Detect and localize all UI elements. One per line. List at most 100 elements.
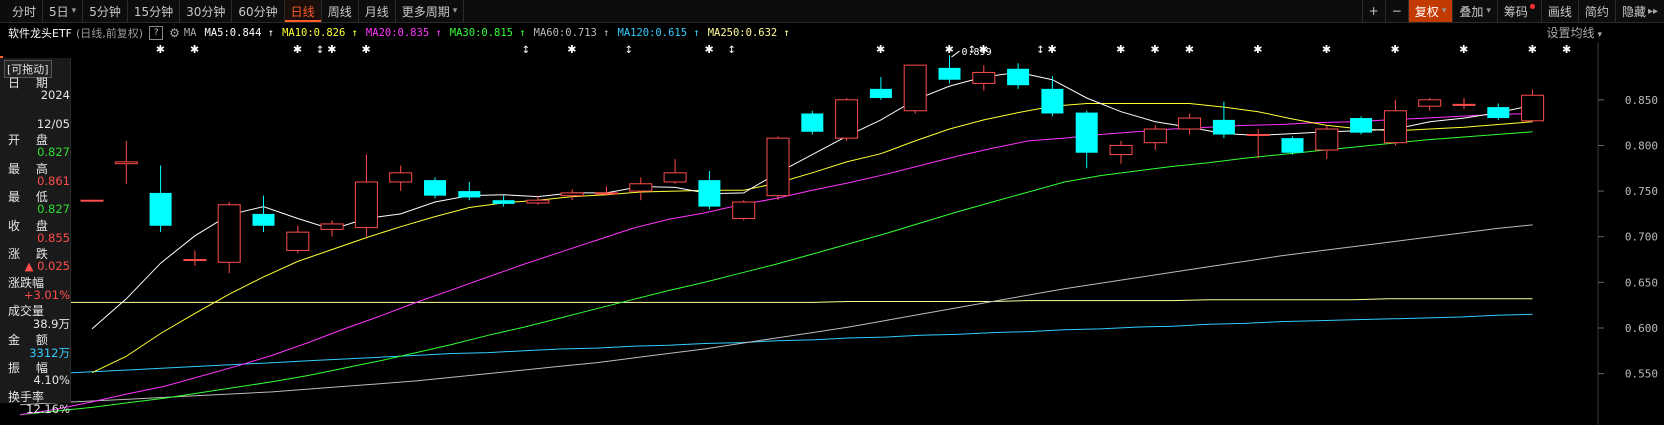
period-tab-label: 60分钟	[238, 4, 278, 19]
candle-body-up	[972, 71, 996, 84]
candle-body-up	[526, 199, 550, 204]
ma60-line	[19, 224, 1533, 406]
candle-body-up	[1246, 133, 1270, 136]
candle-body-down	[1350, 118, 1373, 133]
candle-body-down	[1007, 68, 1030, 86]
set-ma-button[interactable]: 设置均线 ▾	[1546, 24, 1602, 41]
candle-body-down	[458, 191, 481, 198]
event-arrow-icon: ↕	[1036, 45, 1044, 56]
fuquan-label: 复权	[1414, 4, 1439, 19]
info-row-10: 振 幅 4.10%	[8, 359, 70, 387]
zoom-out-button[interactable]: −	[1384, 0, 1408, 22]
event-star-icon: ✱	[1253, 43, 1262, 56]
candle-body-up	[732, 201, 756, 219]
simple-mode-button[interactable]: 简约	[1577, 0, 1615, 22]
period-tab-6[interactable]: 日线	[284, 0, 322, 22]
event-star-icon: ✱	[1390, 43, 1399, 56]
candle-body-down	[801, 113, 824, 132]
candle-body-down	[1041, 88, 1064, 114]
info-row-3: 最 高 0.861	[8, 160, 70, 188]
candle-body-down	[1075, 112, 1098, 153]
ma-value-3: MA30:0.815 ↑	[449, 26, 526, 39]
candle-body-up	[766, 137, 790, 197]
double-arrow-right-icon: ▸▸	[1647, 5, 1658, 17]
info-row-8: 成交量 38.9万	[8, 302, 70, 331]
info-value: 0.827	[37, 145, 70, 159]
period-tab-5[interactable]: 60分钟	[232, 0, 285, 22]
event-star-icon: ✱	[293, 43, 302, 56]
overlay-button[interactable]: 叠加 ▾	[1452, 0, 1497, 22]
period-tab-3[interactable]: 15分钟	[128, 0, 181, 22]
candle-body-down	[1212, 119, 1235, 135]
y-tick-label: 0.700	[1625, 231, 1658, 244]
event-star-icon: ✱	[567, 43, 576, 56]
event-star-icon: ✱	[1562, 43, 1571, 56]
event-star-icon: ✱	[1150, 43, 1159, 56]
candle-body-up	[354, 181, 378, 229]
overlay-label: 叠加	[1459, 4, 1484, 19]
period-tab-4[interactable]: 30分钟	[180, 0, 233, 22]
period-tab-label: 月线	[364, 4, 389, 19]
candle-body-up	[835, 99, 859, 139]
info-panel[interactable]: [可拖动] 日 期 2024 12/05 开 盘 0.827 最 高 0.861 最 低 0.8…	[0, 58, 71, 416]
event-star-icon: ✱	[1459, 43, 1468, 56]
ma-value-1: MA10:0.826 ↑	[282, 26, 358, 39]
candle-body-up	[286, 231, 310, 251]
chevron-down-icon: ▾	[71, 6, 77, 16]
info-value: 12.16%	[26, 401, 70, 416]
candle-body-up	[1143, 128, 1167, 144]
info-value: 0.855	[37, 230, 70, 245]
ma-value-2: MA20:0.835 ↑	[365, 26, 442, 39]
help-icon[interactable]: ?	[149, 25, 164, 40]
info-row-0: 日 期 2024	[8, 74, 70, 102]
fuquan-button[interactable]: 复权 ▾	[1407, 0, 1453, 22]
period-tab-7[interactable]: 周线	[322, 0, 359, 22]
event-star-icon: ✱	[945, 43, 954, 56]
ma250-line	[20, 298, 1533, 303]
toolbar-right: + − 复权 ▾ 叠加 ▾ 筹码 画线 简约 隐藏 ▸▸	[1361, 0, 1664, 22]
period-tab-2[interactable]: 5分钟	[83, 0, 128, 22]
candle-body-up	[1315, 128, 1339, 151]
zoom-in-button[interactable]: +	[1361, 0, 1385, 22]
y-tick-label: 0.800	[1625, 139, 1658, 152]
candle-body-up	[114, 161, 138, 165]
period-tab-1[interactable]: 5日 ▾	[43, 0, 84, 22]
info-value: 0.861	[37, 173, 70, 188]
event-arrow-icon: ↕	[316, 45, 324, 56]
chips-button[interactable]: 筹码	[1496, 0, 1541, 22]
kline-chart[interactable]: 0.8500.8000.7500.7000.6500.6000.5500.899…	[0, 42, 1664, 425]
period-tab-label: 15分钟	[133, 4, 174, 19]
period-tab-9[interactable]: 更多周期 ▾	[396, 0, 465, 22]
gear-icon[interactable]: ⚙	[169, 26, 180, 40]
candle-body-up	[320, 223, 344, 230]
security-name: 软件龙头ETF	[8, 26, 72, 40]
ma-value-6: MA250:0.632 ↑	[707, 26, 790, 39]
period-tab-8[interactable]: 月线	[359, 0, 396, 22]
event-star-icon: ✱	[1116, 43, 1125, 56]
period-tab-label: 日线	[290, 4, 315, 19]
period-tab-label: 30分钟	[186, 4, 226, 19]
y-tick-label: 0.750	[1625, 185, 1658, 198]
ma-value-0: MA5:0.844 ↑	[204, 26, 275, 39]
chevron-down-icon: ▾	[1441, 6, 1447, 16]
candle-body-up	[629, 183, 653, 192]
candle-body-up	[903, 64, 927, 112]
period-tab-0[interactable]: 分时	[0, 0, 44, 22]
event-arrow-icon: ↕	[522, 45, 530, 56]
info-row-1: 12/05	[8, 103, 70, 131]
event-star-icon: ✱	[327, 43, 336, 56]
period-tab-label: 周线	[327, 4, 352, 19]
event-star-icon: ✱	[361, 43, 370, 56]
draw-line-button[interactable]: 画线	[1540, 0, 1578, 22]
candle-body-down	[869, 88, 892, 98]
hide-button[interactable]: 隐藏 ▸▸	[1614, 0, 1664, 22]
event-arrow-icon: ↕	[968, 45, 976, 56]
candle-body-down	[1487, 107, 1510, 119]
chevron-down-icon: ▾	[1597, 30, 1602, 40]
info-row-9: 金 额 3312万	[8, 331, 70, 360]
info-value: ▲ 0.025	[24, 259, 70, 273]
event-star-icon: ✱	[1528, 43, 1537, 56]
candle-body-up	[560, 192, 584, 197]
info-value: 4.10%	[33, 373, 70, 387]
y-tick-label: 0.550	[1625, 368, 1658, 381]
